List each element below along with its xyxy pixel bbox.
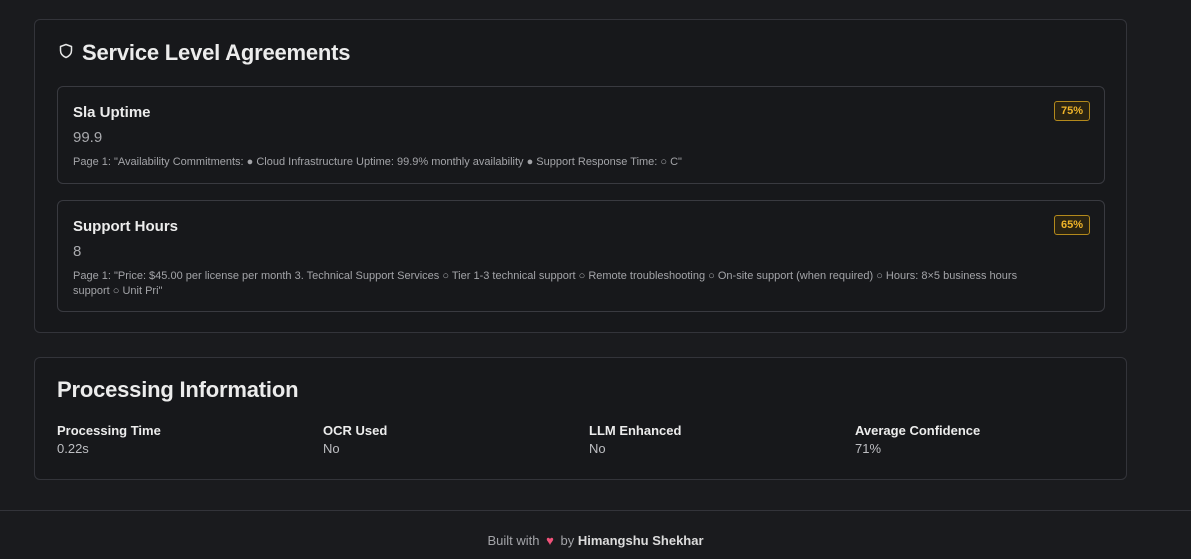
confidence-badge: 65% xyxy=(1053,215,1090,235)
sla-item-value: 8 xyxy=(73,243,82,260)
metric-label: Average Confidence xyxy=(855,423,981,438)
sla-item-name: Support Hours xyxy=(73,218,178,235)
shield-icon xyxy=(58,43,82,64)
sla-item-value: 99.9 xyxy=(73,129,103,146)
sla-title: Service Level Agreements xyxy=(82,40,351,65)
processing-title: Processing Information xyxy=(57,377,299,402)
sla-item-excerpt: Page 1: "Availability Commitments: ● Clo… xyxy=(73,156,682,168)
metric-value: No xyxy=(589,441,606,456)
metric-label: Processing Time xyxy=(57,423,161,438)
metric-average-confidence: Average Confidence 71% xyxy=(855,423,1121,456)
sla-item-name: Sla Uptime xyxy=(73,104,151,121)
metric-label: LLM Enhanced xyxy=(589,423,682,438)
metric-value: No xyxy=(323,441,340,456)
metric-value: 0.22s xyxy=(57,441,89,456)
author-name: Himangshu Shekhar xyxy=(577,533,704,548)
metric-ocr-used: OCR Used No xyxy=(323,423,589,456)
sla-section: Service Level Agreements Sla Uptime 99.9… xyxy=(34,19,1127,333)
footer: Built with ♥ by Himangshu Shekhar xyxy=(0,510,1191,559)
footer-by: by xyxy=(560,533,575,548)
sla-header: Service Level Agreements xyxy=(58,40,351,66)
footer-prefix: Built with xyxy=(487,533,540,548)
metric-value: 71% xyxy=(855,441,882,456)
metric-label: OCR Used xyxy=(323,423,388,438)
footer-credit: Built with ♥ by Himangshu Shekhar xyxy=(0,533,1191,548)
metric-processing-time: Processing Time 0.22s xyxy=(57,423,323,456)
processing-metrics: Processing Time 0.22s OCR Used No LLM En… xyxy=(57,423,1121,456)
metric-llm-enhanced: LLM Enhanced No xyxy=(589,423,855,456)
confidence-badge: 75% xyxy=(1053,101,1090,121)
sla-item-excerpt: Page 1: "Price: $45.00 per license per m… xyxy=(73,270,1018,297)
heart-icon: ♥ xyxy=(546,533,554,548)
processing-section: Processing Information Processing Time 0… xyxy=(34,357,1127,480)
sla-item-support-hours: Support Hours 8 Page 1: "Price: $45.00 p… xyxy=(57,200,1105,312)
sla-item-uptime: Sla Uptime 99.9 Page 1: "Availability Co… xyxy=(57,86,1105,184)
